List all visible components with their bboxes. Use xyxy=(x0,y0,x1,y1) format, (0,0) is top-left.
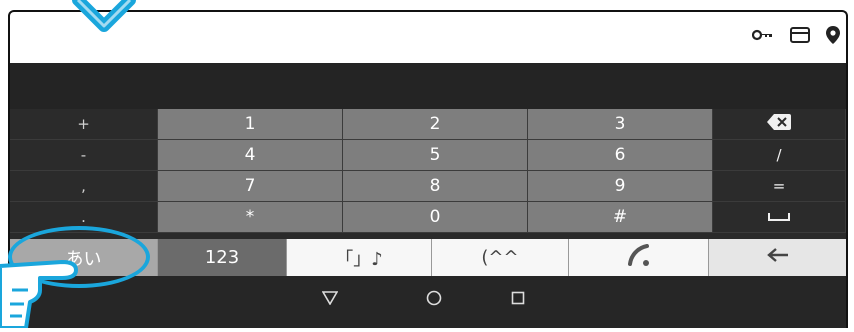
key-9[interactable]: 9 xyxy=(528,171,713,202)
number-keypad: + 1 2 3 - 4 5 6 / , 7 8 9 = . * 0 # xyxy=(10,109,846,239)
key-6[interactable]: 6 xyxy=(528,140,713,171)
device-screen: + 1 2 3 - 4 5 6 / , 7 8 9 = . * 0 # あい 1… xyxy=(8,10,848,328)
space-key[interactable] xyxy=(713,202,846,233)
key-0[interactable]: 0 xyxy=(343,202,528,233)
keypad-row: - 4 5 6 / xyxy=(10,140,846,171)
key-3[interactable]: 3 xyxy=(528,109,713,140)
status-icons xyxy=(752,26,840,44)
down-arrow-icon xyxy=(72,0,136,46)
plus-key[interactable]: + xyxy=(10,109,158,140)
comma-key[interactable]: , xyxy=(10,171,158,202)
pointing-hand-icon xyxy=(0,238,90,332)
equals-key[interactable]: = xyxy=(713,171,846,202)
emoticon-key[interactable]: (^^ xyxy=(432,239,569,276)
hash-key[interactable]: # xyxy=(528,202,713,233)
number-mode-key[interactable]: 123 xyxy=(158,239,287,276)
key-icon[interactable] xyxy=(752,28,774,42)
enter-key[interactable] xyxy=(709,239,846,276)
key-7[interactable]: 7 xyxy=(158,171,343,202)
back-icon[interactable] xyxy=(316,284,344,312)
keypad-row: + 1 2 3 xyxy=(10,109,846,140)
backspace-icon xyxy=(767,114,791,134)
key-1[interactable]: 1 xyxy=(158,109,343,140)
location-pin-icon[interactable] xyxy=(826,26,840,44)
asterisk-key[interactable]: * xyxy=(158,202,343,233)
backspace-key[interactable] xyxy=(713,109,846,140)
keypad-row: . * 0 # xyxy=(10,202,846,233)
key-2[interactable]: 2 xyxy=(343,109,528,140)
android-navbar xyxy=(10,276,846,328)
symbols-key[interactable]: 「」♪ xyxy=(287,239,432,276)
keypad-row: , 7 8 9 = xyxy=(10,171,846,202)
handwriting-icon xyxy=(627,244,651,271)
space-icon xyxy=(768,208,790,226)
card-icon[interactable] xyxy=(790,27,810,43)
enter-arrow-icon xyxy=(766,247,790,268)
suggestion-bar xyxy=(10,63,846,109)
handwriting-key[interactable] xyxy=(569,239,709,276)
home-icon[interactable] xyxy=(420,284,448,312)
slash-key[interactable]: / xyxy=(713,140,846,171)
minus-key[interactable]: - xyxy=(10,140,158,171)
key-5[interactable]: 5 xyxy=(343,140,528,171)
key-4[interactable]: 4 xyxy=(158,140,343,171)
recents-icon[interactable] xyxy=(504,284,532,312)
key-8[interactable]: 8 xyxy=(343,171,528,202)
